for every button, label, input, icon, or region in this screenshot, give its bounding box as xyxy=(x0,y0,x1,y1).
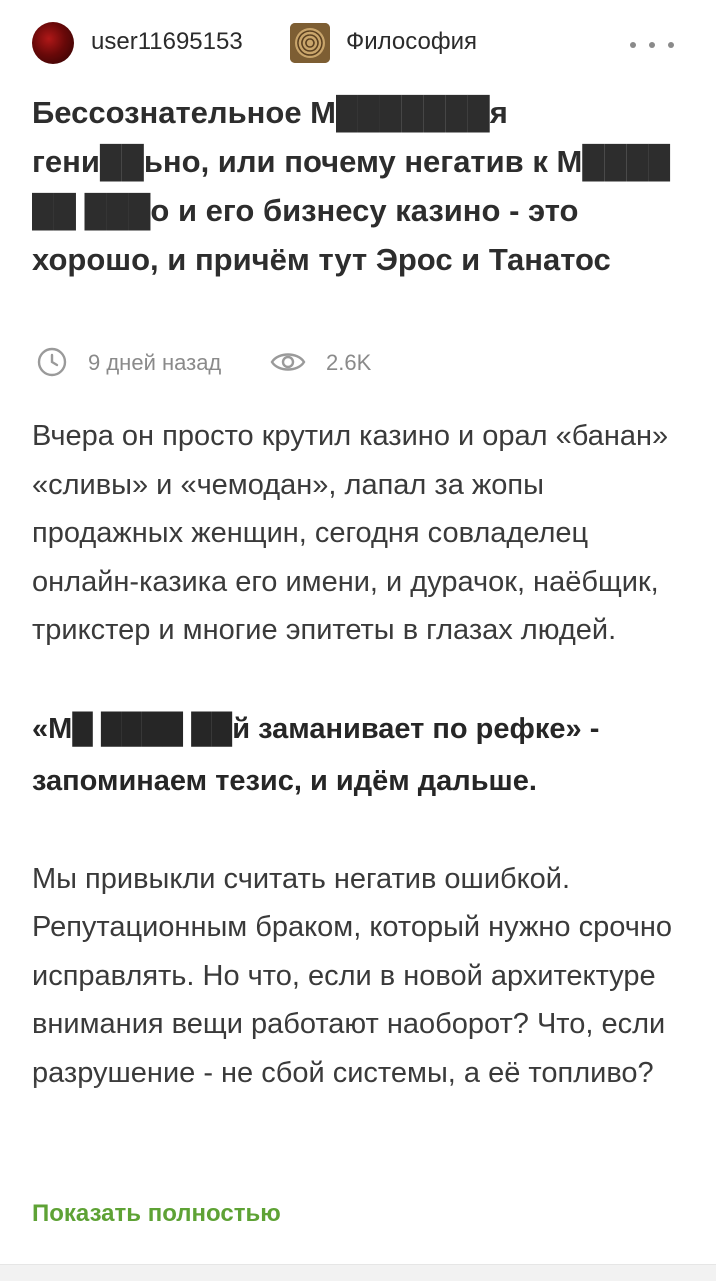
post-header: user11695153 Философия xyxy=(0,0,716,86)
post-title[interactable]: Бессознательное М███████я гени██ьно, или… xyxy=(32,88,672,284)
post-paragraph-bold: «М█ ████ ██й заманивает по рефке» - запо… xyxy=(32,712,600,797)
post-time: 9 дней назад xyxy=(88,350,222,375)
more-options-button[interactable] xyxy=(630,30,674,60)
show-more-link[interactable]: Показать полностью xyxy=(32,1200,281,1228)
post-paragraph: Вчера он просто крутил казино и орал «ба… xyxy=(32,420,669,646)
eye-icon xyxy=(270,348,306,382)
post-paragraph: Мы привыкли считать негатив ошибкой. Реп… xyxy=(32,862,672,1089)
post-body: Вчера он просто крутил казино и орал «ба… xyxy=(32,412,682,1097)
more-horizontal-icon xyxy=(630,42,636,48)
user-avatar[interactable] xyxy=(32,22,74,64)
community-link[interactable]: Философия xyxy=(346,27,477,57)
community-icon[interactable] xyxy=(290,23,330,63)
text-fade-overlay xyxy=(0,1080,716,1180)
clock-icon xyxy=(36,346,68,384)
username-link[interactable]: user11695153 xyxy=(91,27,243,57)
post-meta: 9 дней назад 2.6K xyxy=(32,342,632,382)
post-divider xyxy=(0,1264,716,1281)
views-count: 2.6K xyxy=(326,350,372,375)
